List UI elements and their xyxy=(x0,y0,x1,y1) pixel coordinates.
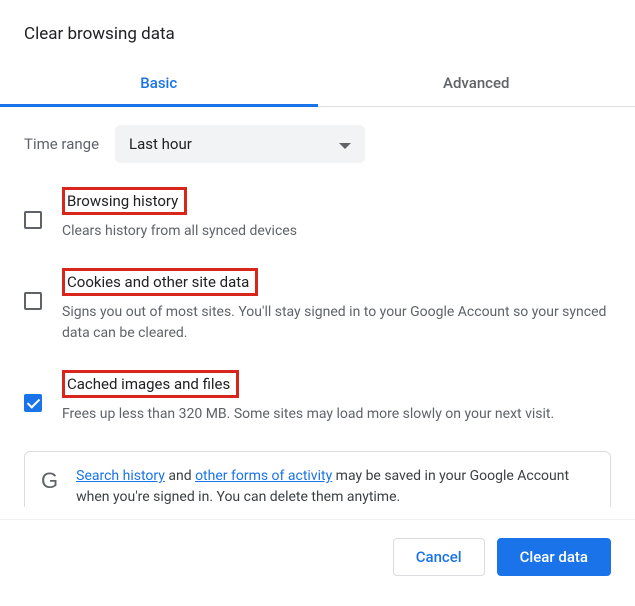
option-desc: Frees up less than 320 MB. Some sites ma… xyxy=(62,404,611,425)
dialog-content[interactable]: Time range Last hour Browsing history Cl… xyxy=(0,107,635,507)
option-title: Browsing history xyxy=(62,187,187,215)
checkbox-cached[interactable] xyxy=(24,394,42,412)
option-desc: Clears history from all synced devices xyxy=(62,221,611,242)
option-desc: Signs you out of most sites. You'll stay… xyxy=(62,302,611,344)
tab-basic[interactable]: Basic xyxy=(0,60,318,106)
time-range-row: Time range Last hour xyxy=(24,125,611,163)
google-account-info: G Search history and other forms of acti… xyxy=(24,451,611,507)
time-range-value: Last hour xyxy=(129,135,192,153)
checkbox-cookies[interactable] xyxy=(24,292,42,310)
search-history-link[interactable]: Search history xyxy=(76,468,165,484)
option-cookies: Cookies and other site data Signs you ou… xyxy=(24,268,611,344)
other-activity-link[interactable]: other forms of activity xyxy=(195,468,332,484)
cancel-button[interactable]: Cancel xyxy=(393,538,485,576)
google-logo-icon: G xyxy=(41,470,58,492)
info-text: Search history and other forms of activi… xyxy=(76,466,594,507)
option-title: Cookies and other site data xyxy=(62,268,258,296)
checkbox-browsing-history[interactable] xyxy=(24,211,42,229)
option-cached: Cached images and files Frees up less th… xyxy=(24,370,611,425)
dialog-footer: Cancel Clear data xyxy=(0,519,635,606)
tab-bar: Basic Advanced xyxy=(0,60,635,107)
tab-advanced[interactable]: Advanced xyxy=(318,60,635,106)
time-range-label: Time range xyxy=(24,135,99,153)
clear-browsing-data-dialog: Clear browsing data Basic Advanced Time … xyxy=(0,0,635,507)
option-title: Cached images and files xyxy=(62,370,239,398)
time-range-select[interactable]: Last hour xyxy=(115,125,365,163)
chevron-down-icon xyxy=(339,135,351,153)
clear-data-button[interactable]: Clear data xyxy=(497,538,611,576)
dialog-title: Clear browsing data xyxy=(0,0,635,60)
option-browsing-history: Browsing history Clears history from all… xyxy=(24,187,611,242)
